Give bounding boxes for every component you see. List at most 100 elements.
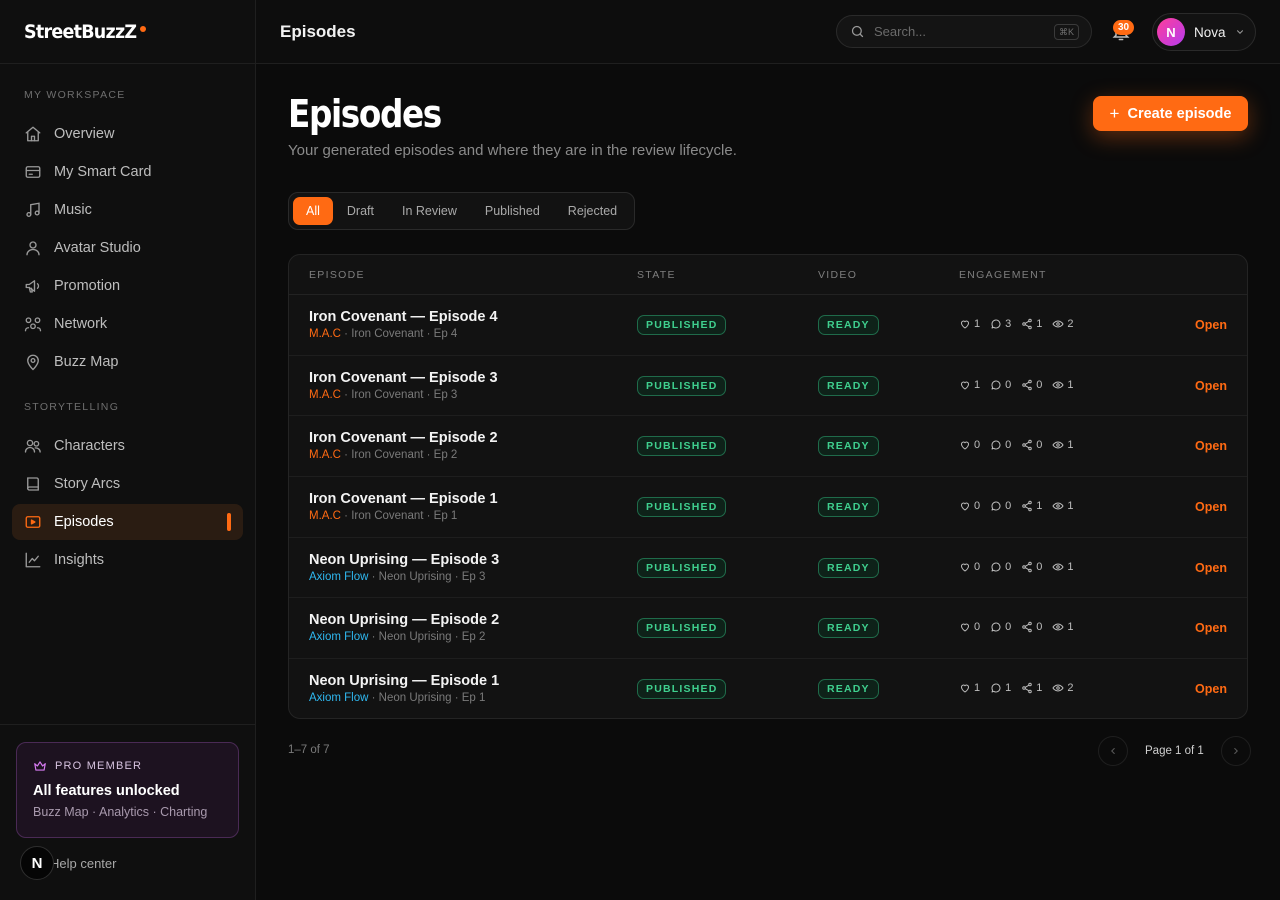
tab-draft[interactable]: Draft [333, 197, 388, 225]
open-episode-link[interactable]: Open [1195, 439, 1227, 453]
likes-count: 0 [974, 560, 981, 573]
help-center-link[interactable]: N Help center [20, 846, 116, 880]
create-episode-button[interactable]: + Create episode [1093, 96, 1248, 131]
sidebar-item-network[interactable]: Network [12, 306, 243, 342]
search-icon [851, 25, 864, 38]
search-shortcut: ⌘K [1053, 24, 1079, 40]
state-badge: PUBLISHED [637, 618, 727, 639]
likes-count: 0 [974, 500, 981, 513]
pro-member-card[interactable]: PRO MEMBER All features unlocked Buzz Ma… [16, 742, 239, 838]
eye-icon [1052, 381, 1064, 389]
brand-logo[interactable]: StreetBuzzZ [24, 21, 137, 43]
views-count: 2 [1067, 318, 1074, 330]
sidebar-item-label: Characters [54, 438, 125, 454]
notification-badge: 30 [1113, 20, 1134, 35]
episode-title[interactable]: Iron Covenant — Episode 1 [309, 491, 498, 507]
avatar: N [1157, 18, 1185, 46]
meta-separator: · [368, 692, 379, 705]
eye-icon [1052, 684, 1064, 692]
open-episode-link[interactable]: Open [1195, 682, 1227, 696]
table-row[interactable]: Neon Uprising — Episode 1 Axiom Flow · Ne… [289, 659, 1247, 718]
user-name: Nova [1194, 24, 1226, 40]
sidebar-item-characters[interactable]: Characters [12, 428, 243, 464]
sidebar-item-buzz-map[interactable]: Buzz Map [12, 344, 243, 380]
episode-title[interactable]: Neon Uprising — Episode 3 [309, 552, 499, 568]
episode-title[interactable]: Neon Uprising — Episode 2 [309, 612, 499, 628]
help-badge-icon[interactable]: N [20, 846, 54, 880]
table-row[interactable]: Iron Covenant — Episode 2 M.A.C · Iron Co… [289, 416, 1247, 478]
sidebar-item-episodes[interactable]: Episodes [12, 504, 243, 540]
comment-icon [991, 440, 1001, 450]
likes-count: 1 [974, 318, 981, 330]
video-icon [25, 516, 41, 528]
meta-separator: · [340, 510, 352, 523]
next-page-button[interactable] [1220, 736, 1251, 766]
table-row[interactable]: Iron Covenant — Episode 1 M.A.C · Iron Co… [289, 477, 1247, 538]
sidebar-item-overview[interactable]: Overview [12, 116, 243, 152]
views-count: 1 [1067, 500, 1074, 513]
comments-count: 0 [1005, 560, 1012, 573]
episode-title[interactable]: Iron Covenant — Episode 3 [309, 370, 498, 386]
episode-title[interactable]: Neon Uprising — Episode 1 [309, 673, 499, 689]
table-row[interactable]: Iron Covenant — Episode 4 M.A.C · Iron Co… [289, 295, 1247, 356]
table-row[interactable]: Neon Uprising — Episode 2 Axiom Flow · Ne… [289, 598, 1247, 660]
engagement-stats: 0 0 0 1 [959, 621, 1084, 633]
episode-series: Neon Uprising · Ep 2 [378, 631, 486, 644]
tab-all[interactable]: All [293, 197, 333, 225]
tab-published[interactable]: Published [471, 197, 554, 225]
episode-author[interactable]: M.A.C [309, 328, 341, 340]
episode-meta: Axiom Flow · Neon Uprising · Ep 2 [309, 631, 485, 643]
music-icon [26, 202, 40, 218]
comment-icon [991, 501, 1001, 511]
engagement-stats: 0 0 0 1 [959, 561, 1084, 573]
search-input[interactable] [874, 24, 1044, 39]
sidebar-item-promotion[interactable]: Promotion [12, 268, 243, 304]
state-badge: PUBLISHED [637, 679, 727, 700]
user-menu[interactable]: N Nova [1152, 13, 1256, 51]
table-header: EPISODE STATE VIDEO ENGAGEMENT [289, 255, 1247, 295]
sidebar-item-music[interactable]: Music [12, 192, 243, 228]
state-badge: PUBLISHED [637, 375, 727, 396]
episode-title[interactable]: Iron Covenant — Episode 4 [309, 309, 498, 325]
sidebar-item-story-arcs[interactable]: Story Arcs [12, 466, 243, 502]
sidebar-item-insights[interactable]: Insights [12, 542, 243, 578]
sidebar-item-smart-card[interactable]: My Smart Card [12, 154, 243, 190]
episode-author[interactable]: M.A.C [309, 449, 341, 461]
tab-rejected[interactable]: Rejected [554, 197, 631, 225]
open-episode-link[interactable]: Open [1195, 318, 1227, 332]
topbar-title: Episodes [280, 22, 356, 41]
column-state: STATE [637, 269, 676, 281]
open-episode-link[interactable]: Open [1195, 379, 1227, 393]
table-row[interactable]: Neon Uprising — Episode 3 Axiom Flow · Ne… [289, 538, 1247, 599]
pro-badge-label: PRO MEMBER [55, 760, 143, 772]
episode-author[interactable]: Axiom Flow [309, 571, 368, 583]
comment-icon [991, 562, 1001, 572]
search-box[interactable]: ⌘K [836, 15, 1092, 48]
shares-count: 0 [1036, 378, 1043, 391]
comments-count: 1 [1005, 682, 1012, 695]
home-icon [25, 126, 41, 142]
open-episode-link[interactable]: Open [1195, 500, 1227, 514]
episode-author[interactable]: Axiom Flow [309, 631, 368, 643]
chart-icon [25, 552, 41, 568]
meta-separator: · [368, 570, 379, 583]
episode-author[interactable]: M.A.C [309, 389, 341, 401]
sidebar: StreetBuzzZ MY WORKSPACE Overview My Sma… [0, 0, 256, 900]
video-status-badge: READY [818, 497, 879, 518]
meta-separator: · [368, 631, 379, 644]
table-row[interactable]: Iron Covenant — Episode 3 M.A.C · Iron Co… [289, 356, 1247, 417]
open-episode-link[interactable]: Open [1195, 561, 1227, 575]
comment-icon [991, 683, 1001, 693]
episode-author[interactable]: Axiom Flow [309, 692, 368, 704]
episode-author[interactable]: M.A.C [309, 510, 341, 522]
episode-series: Iron Covenant · Ep 2 [351, 449, 458, 462]
heart-icon [961, 441, 969, 450]
network-icon [24, 317, 42, 332]
comments-count: 3 [1005, 318, 1012, 330]
tab-in-review[interactable]: In Review [388, 197, 471, 225]
episode-title[interactable]: Iron Covenant — Episode 2 [309, 430, 498, 446]
prev-page-button[interactable] [1098, 736, 1128, 766]
open-episode-link[interactable]: Open [1195, 621, 1227, 635]
sidebar-item-avatar-studio[interactable]: Avatar Studio [12, 230, 243, 266]
sidebar-item-label: Story Arcs [54, 476, 121, 492]
